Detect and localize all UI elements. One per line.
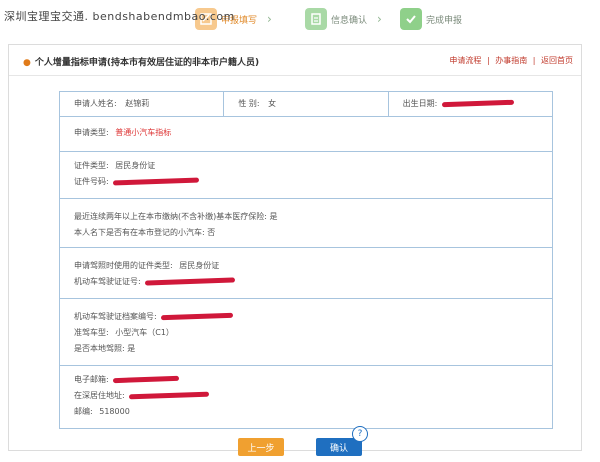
watermark-text: 深圳宝理宝交通. bendshabendmbao.com	[4, 10, 235, 23]
row-insurance: 最近连续两年以上在本市缴纳(不含补缴)基本医疗保险: 是 本人名下是否有在本市登…	[60, 199, 552, 248]
link-separator: |	[532, 56, 536, 65]
previous-button[interactable]: 上一步	[238, 438, 284, 456]
type-value: 普通小汽车指标	[115, 128, 172, 137]
panel-title-text: 个人增量指标申请(持本市有效居住证的非本市户籍人员)	[34, 58, 260, 68]
id-type-value: 居民身份证	[115, 161, 156, 170]
checkmark-icon	[400, 8, 422, 30]
row-basic: 申请人姓名: 赵锦莉 性 别: 女 出生日期:	[60, 92, 552, 117]
insurance-value: 是	[269, 212, 278, 221]
form-buttons: 上一步 确认	[0, 432, 600, 462]
document-check-icon	[305, 8, 327, 30]
applicant-name-value: 赵锦莉	[125, 99, 150, 108]
step-label: 信息确认	[331, 15, 368, 26]
chevron-right-icon: ›	[377, 12, 382, 26]
step-label: 完成申报	[426, 15, 463, 26]
help-bubble-icon[interactable]: ?	[352, 426, 368, 442]
gender-cell: 性 别: 女	[224, 92, 389, 116]
row-contact: 电子邮箱: 在深居住地址: 邮编: 518000	[60, 366, 552, 428]
insurance-line: 最近连续两年以上在本市缴纳(不含补缴)基本医疗保险: 是	[74, 212, 278, 221]
birth-cell: 出生日期:	[389, 92, 552, 116]
row-license: 申请驾照时使用的证件类型: 居民身份证 机动车驾驶证证号:	[60, 248, 552, 299]
row-id: 证件类型: 居民身份证 证件号码:	[60, 152, 552, 199]
row-type: 申请类型: 普通小汽车指标	[60, 117, 552, 152]
application-form: 申请人姓名: 赵锦莉 性 别: 女 出生日期: 申请类型: 普通小汽车指标 证件…	[59, 91, 553, 429]
link-home[interactable]: 返回首页	[541, 56, 573, 65]
license-id-type-value: 居民身份证	[179, 261, 220, 270]
postcode-line: 邮编: 518000	[74, 407, 130, 416]
redaction-mark	[145, 277, 236, 286]
license-number-line: 机动车驾驶证证号:	[60, 272, 552, 288]
application-panel: ● 个人增量指标申请(持本市有效居住证的非本市户籍人员) 申请流程 | 办事指南 …	[8, 44, 582, 451]
redaction-mark	[161, 312, 234, 321]
link-process[interactable]: 申请流程	[449, 56, 481, 65]
redaction-mark	[129, 391, 210, 400]
step-info-confirm: 信息确认 ›	[305, 4, 382, 34]
local-license-value: 是	[127, 344, 136, 353]
drive-type-line: 准驾车型: 小型汽车（C1）	[74, 328, 174, 337]
id-number-line: 证件号码:	[60, 172, 552, 188]
id-type-line: 证件类型: 居民身份证	[74, 161, 156, 170]
step-complete: 完成申报	[400, 4, 462, 34]
postcode-value: 518000	[99, 407, 130, 416]
redaction-mark	[441, 99, 514, 108]
panel-header: ● 个人增量指标申请(持本市有效居住证的非本市户籍人员) 申请流程 | 办事指南 …	[9, 45, 581, 76]
link-separator: |	[486, 56, 490, 65]
redaction-mark	[113, 177, 200, 186]
license-id-type-line: 申请驾照时使用的证件类型: 居民身份证	[74, 261, 220, 270]
chevron-right-icon: ›	[267, 12, 272, 26]
type-line: 申请类型: 普通小汽车指标	[74, 128, 172, 137]
drive-type-value: 小型汽车（C1）	[115, 328, 174, 337]
car-value: 否	[207, 228, 216, 237]
car-line: 本人名下是否有在本市登记的小汽车: 否	[74, 228, 216, 237]
redaction-mark	[113, 375, 180, 384]
panel-links: 申请流程 | 办事指南 | 返回首页	[446, 55, 573, 66]
panel-title: ● 个人增量指标申请(持本市有效居住证的非本市户籍人员)	[23, 55, 259, 68]
gender-value: 女	[268, 99, 277, 108]
row-archive: 机动车驾驶证档案编号: 准驾车型: 小型汽车（C1） 是否本地驾照: 是	[60, 299, 552, 366]
email-line: 电子邮箱:	[60, 366, 552, 386]
archive-line: 机动车驾驶证档案编号:	[60, 299, 552, 323]
link-guide[interactable]: 办事指南	[495, 56, 527, 65]
local-license-line: 是否本地驾照: 是	[74, 344, 136, 353]
bullet-icon: ●	[23, 58, 31, 68]
applicant-name-cell: 申请人姓名: 赵锦莉	[60, 92, 225, 116]
address-line: 在深居住地址:	[60, 386, 552, 402]
